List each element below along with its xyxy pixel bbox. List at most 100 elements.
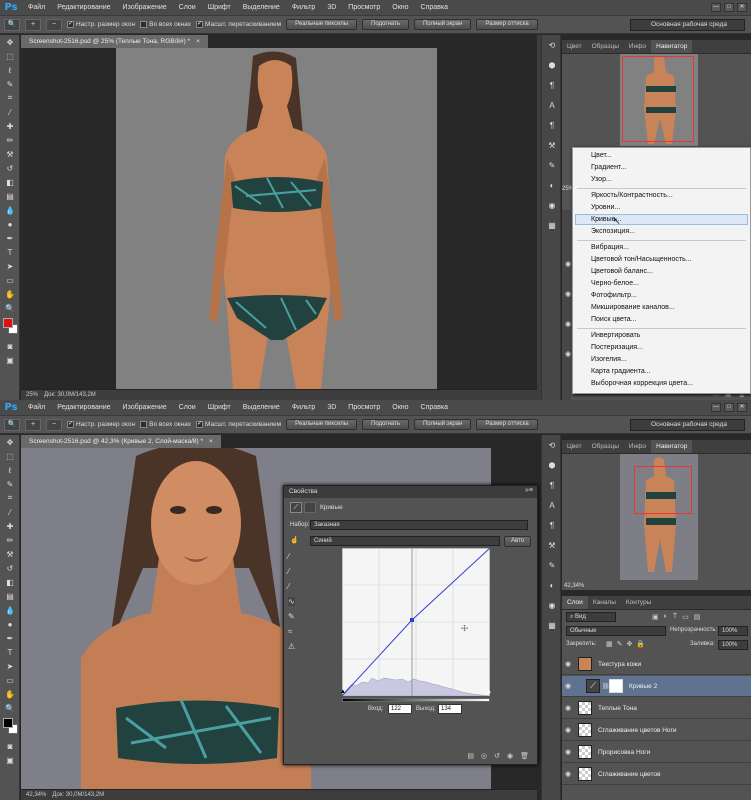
menu-item-channel-mixer[interactable]: Микширование каналов... — [591, 304, 675, 311]
move-tool-icon[interactable]: ✥ — [0, 35, 20, 49]
layer-kind-filter[interactable]: ⌕ Вид — [566, 612, 616, 622]
tab-info[interactable]: Инфо — [624, 440, 651, 453]
zoom-in-icon[interactable]: + — [25, 418, 41, 431]
tab-info[interactable]: Инфо — [624, 40, 651, 53]
menu-item-photo-filter[interactable]: Фотофильтр... — [591, 292, 637, 299]
layer-row[interactable]: ◉ Сглаживание цветов Ноги — [562, 720, 751, 741]
print-size-button[interactable]: Размер оттиска — [476, 419, 538, 430]
marquee-tool-icon[interactable]: ⬚ — [0, 449, 20, 463]
menu-view[interactable]: Просмотр — [342, 404, 386, 411]
all-windows-checkbox[interactable]: Во всех окнах — [140, 421, 191, 428]
shape-tool-icon[interactable]: ▭ — [0, 273, 20, 287]
menu-item-pattern[interactable]: Узор... — [591, 176, 612, 183]
tab-navigator[interactable]: Навигатор — [651, 440, 693, 453]
eyedropper-gray-icon[interactable]: ⁄ — [288, 567, 295, 576]
fill-screen-button[interactable]: Полный экран — [413, 419, 472, 430]
menu-image[interactable]: Изображение — [117, 4, 173, 11]
black-point-slider[interactable]: ▲ — [340, 689, 346, 695]
all-windows-checkbox[interactable]: Во всех окнах — [140, 21, 191, 28]
3d-icon[interactable]: ⬢ — [542, 55, 562, 75]
menu-file[interactable]: Файл — [22, 4, 51, 11]
close-tab-icon[interactable]: × — [196, 38, 200, 45]
eye-icon[interactable]: ◉ — [562, 770, 574, 778]
visibility-icon[interactable]: ◉ — [507, 752, 513, 760]
clip-to-layer-icon[interactable]: ▤ — [467, 752, 474, 760]
actual-pixels-button[interactable]: Реальные пикселы — [286, 19, 358, 30]
menu-item-gradient[interactable]: Градиент... — [591, 164, 626, 171]
tab-swatches[interactable]: Образцы — [587, 40, 624, 53]
maximize-button[interactable]: □ — [724, 403, 734, 412]
move-tool-icon[interactable]: ✥ — [0, 435, 20, 449]
eye-icon[interactable]: ◉ — [562, 682, 574, 690]
menu-help[interactable]: Справка — [415, 404, 454, 411]
navigator-thumbnail[interactable] — [620, 54, 698, 146]
tab-navigator[interactable]: Навигатор — [651, 40, 693, 53]
layer-row[interactable]: ◉ Сглаживание цветов — [562, 764, 751, 785]
eye-icon[interactable]: ◉ — [562, 726, 574, 734]
hand-adjust-icon[interactable]: ☝ — [290, 536, 299, 544]
styles-icon[interactable]: ◉ — [542, 595, 562, 615]
resize-windows-checkbox[interactable]: ✓ Настр. размер окон — [67, 421, 135, 428]
blur-tool-icon[interactable]: 💧 — [0, 203, 20, 217]
adjustments-icon[interactable]: ◐ — [542, 175, 562, 195]
hand-tool-icon[interactable]: ✋ — [0, 287, 20, 301]
history-brush-icon[interactable]: ↺ — [0, 161, 20, 175]
layer-row[interactable]: ◉ Прорисовка Ноги — [562, 742, 751, 763]
tab-color[interactable]: Цвет — [562, 440, 587, 453]
tab-layers[interactable]: Слои — [562, 596, 588, 609]
view-previous-icon[interactable]: ◎ — [481, 752, 487, 760]
foreground-color-swatch[interactable] — [3, 318, 13, 328]
menu-layers[interactable]: Слои — [173, 404, 202, 411]
type-tool-icon[interactable]: T — [0, 245, 20, 259]
brush-panel-icon[interactable]: ✎ — [542, 155, 562, 175]
eye-icon[interactable]: ◉ — [562, 660, 574, 668]
eraser-icon[interactable]: ◧ — [0, 575, 20, 589]
zoom-level[interactable]: 25% — [26, 390, 38, 400]
paragraph-icon[interactable]: ¶ — [542, 75, 562, 95]
menu-type[interactable]: Шрифт — [202, 4, 237, 11]
smart-filter-icon[interactable]: ▤ — [694, 613, 701, 621]
screen-mode-icon[interactable]: ▣ — [0, 753, 20, 767]
paragraph-icon[interactable]: ¶ — [542, 475, 562, 495]
menu-edit[interactable]: Редактирование — [51, 404, 116, 411]
scrubby-zoom-checkbox[interactable]: ✓ Масшт. перетаскиванием — [195, 21, 281, 28]
dodge-tool-icon[interactable]: ● — [0, 217, 20, 231]
menu-type[interactable]: Шрифт — [202, 404, 237, 411]
reset-icon[interactable]: ↺ — [494, 752, 500, 760]
pixel-filter-icon[interactable]: ▣ — [652, 613, 659, 621]
menu-file[interactable]: Файл — [22, 404, 51, 411]
type-filter-icon[interactable]: T — [673, 613, 677, 621]
healing-brush-icon[interactable]: ✚ — [0, 119, 20, 133]
scrubby-zoom-checkbox[interactable]: ✓ Масшт. перетаскиванием — [195, 421, 281, 428]
crop-tool-icon[interactable]: ⌗ — [0, 91, 20, 105]
menu-item-exposure[interactable]: Экспозиция... — [591, 228, 635, 235]
channel-select[interactable]: Синий — [310, 536, 500, 546]
eyedropper-white-icon[interactable]: ⁄ — [288, 582, 295, 591]
navigator-thumbnail[interactable] — [620, 454, 698, 580]
print-size-button[interactable]: Размер оттиска — [476, 19, 538, 30]
menu-item-threshold[interactable]: Изогелия... — [591, 356, 627, 363]
opacity-input[interactable]: 100% — [718, 626, 748, 636]
layer-comps-icon[interactable]: ▦ — [542, 615, 562, 635]
path-select-icon[interactable]: ➤ — [0, 259, 20, 273]
zoom-out-icon[interactable]: − — [46, 418, 62, 431]
close-tab-icon[interactable]: × — [209, 438, 213, 445]
menu-window[interactable]: Окно — [386, 4, 414, 11]
panel-menu-icon[interactable]: »≡ — [525, 487, 533, 494]
dodge-tool-icon[interactable]: ● — [0, 617, 20, 631]
character-icon[interactable]: A — [542, 95, 562, 115]
gradient-tool-icon[interactable]: ▤ — [0, 589, 20, 603]
menu-item-invert[interactable]: Инвертировать — [591, 332, 640, 339]
crop-tool-icon[interactable]: ⌗ — [0, 491, 20, 505]
menu-item-brightness-contrast[interactable]: Яркость/Контрастность... — [591, 192, 673, 199]
brush-tool-icon[interactable]: ✏ — [0, 533, 20, 547]
healing-brush-icon[interactable]: ✚ — [0, 519, 20, 533]
navigator-view-box[interactable] — [622, 56, 694, 142]
tab-paths[interactable]: Контуры — [621, 596, 657, 609]
minimize-button[interactable]: — — [711, 403, 721, 412]
eyedropper-black-icon[interactable]: ⁄ — [288, 552, 295, 561]
lock-pixels-icon[interactable]: ✎ — [617, 640, 623, 648]
color-swatches[interactable] — [0, 715, 19, 739]
smooth-icon[interactable]: ≈ — [288, 627, 295, 636]
quick-mask-icon[interactable]: ◙ — [0, 739, 20, 753]
